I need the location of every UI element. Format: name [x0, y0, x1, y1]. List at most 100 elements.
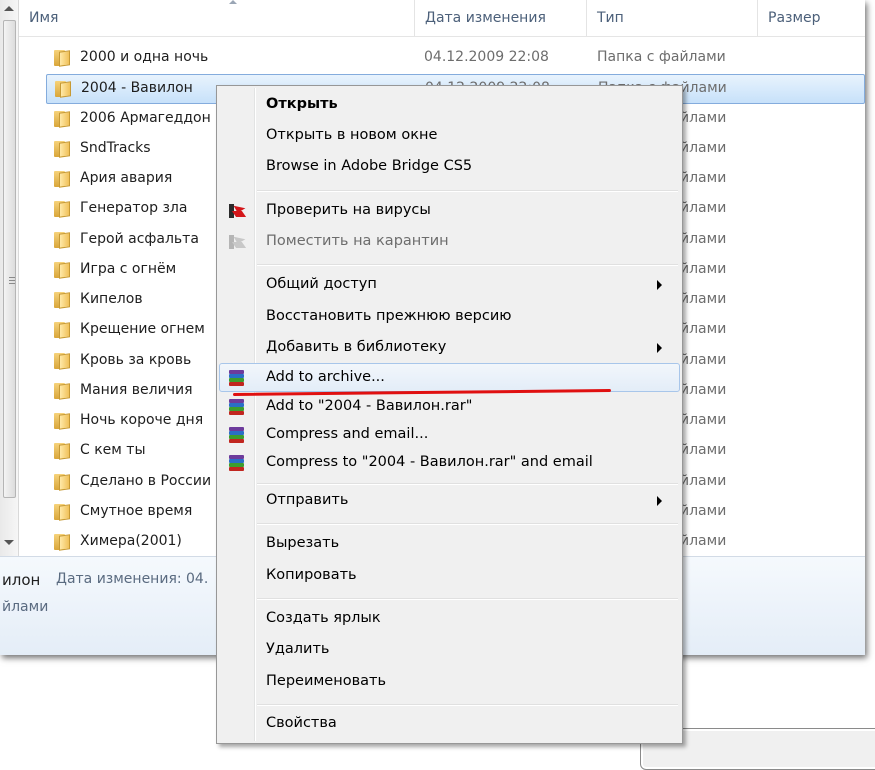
file-type: йлами: [680, 351, 727, 368]
column-header-size[interactable]: Размер: [758, 0, 846, 36]
menu-item-add-to-rar[interactable]: Add to "2004 - Вавилон.rar": [219, 392, 680, 422]
menu-item-scan-viruses[interactable]: Проверить на вирусы: [219, 196, 680, 226]
menu-separator: [257, 190, 678, 192]
file-name: Кровь за кровь: [80, 351, 192, 368]
vertical-scrollbar[interactable]: [0, 0, 19, 556]
folder-icon: [54, 50, 70, 67]
scrollbar-thumb[interactable]: [3, 20, 16, 498]
file-row[interactable]: 2000 и одна ночь 04.12.2009 22:08 Папка с …: [46, 44, 865, 74]
menu-item-restore-version[interactable]: Восстановить прежнюю версию: [219, 302, 680, 332]
menu-item-label: Compress to "2004 - Вавилон.rar" and ema…: [266, 454, 593, 470]
file-type: йлами: [680, 442, 727, 459]
menu-item-properties[interactable]: Свойства: [219, 709, 680, 739]
winrar-icon: [228, 399, 246, 415]
menu-item-open[interactable]: Открыть: [219, 90, 680, 120]
file-type: йлами: [680, 200, 727, 217]
file-type: йлами: [680, 533, 727, 549]
menu-item-label: Добавить в библиотеку: [266, 339, 447, 355]
menu-item-label: Compress and email...: [266, 426, 429, 442]
file-type: йлами: [680, 412, 727, 428]
folder-icon: [54, 261, 70, 279]
column-header-date[interactable]: Дата изменения: [415, 0, 587, 36]
file-name: Кипелов: [80, 291, 143, 307]
folder-icon: [54, 322, 70, 340]
menu-item-label: Add to archive...: [266, 369, 385, 385]
file-type: йлами: [680, 472, 727, 489]
file-name: С кем ты: [80, 442, 146, 459]
menu-item-add-to-archive[interactable]: Add to archive...: [219, 363, 680, 392]
menu-item-label: Общий доступ: [266, 276, 377, 292]
file-name: Ночь короче дня: [80, 412, 204, 428]
folder-icon: [54, 201, 70, 219]
chevron-right-icon: [657, 280, 662, 290]
folder-icon: [54, 443, 70, 461]
file-type: Папка с файлами: [597, 49, 726, 65]
file-name: Игра с огнём: [80, 260, 177, 277]
menu-item-label: Копировать: [266, 567, 357, 583]
menu-item-label: Свойства: [266, 715, 337, 731]
file-name: Ария авария: [80, 170, 173, 186]
menu-item-browse-bridge[interactable]: Browse in Adobe Bridge CS5: [219, 152, 680, 182]
menu-separator: [257, 598, 678, 600]
menu-item-label: Отправить: [266, 492, 349, 508]
menu-item-add-to-library[interactable]: Добавить в библиотеку: [219, 333, 680, 363]
menu-item-copy[interactable]: Копировать: [219, 561, 680, 591]
menu-item-label: Вырезать: [266, 535, 340, 551]
folder-icon: [54, 473, 70, 491]
folder-icon: [54, 352, 70, 370]
file-name: Герой асфальта: [80, 230, 199, 247]
menu-item-label: Поместить на карантин: [266, 233, 449, 249]
scroll-up-arrow-icon[interactable]: [4, 6, 14, 11]
file-type: йлами: [680, 291, 727, 307]
folder-icon: [54, 382, 70, 400]
menu-item-cut[interactable]: Вырезать: [219, 529, 680, 559]
column-type-label: Тип: [597, 10, 624, 26]
file-name: SndTracks: [80, 139, 151, 156]
scroll-down-arrow-icon[interactable]: [4, 540, 14, 545]
menu-item-compress-email[interactable]: Compress and email...: [219, 420, 680, 450]
menu-item-open-new-window[interactable]: Открыть в новом окне: [219, 121, 680, 151]
menu-item-compress-rar-email[interactable]: Compress to "2004 - Вавилон.rar" and ema…: [219, 448, 680, 478]
kaspersky-icon: [228, 201, 247, 219]
column-size-label: Размер: [768, 10, 821, 26]
menu-item-label: Открыть в новом окне: [266, 127, 438, 143]
winrar-icon: [228, 427, 246, 443]
column-header-name[interactable]: Имя: [19, 0, 415, 36]
column-header-type[interactable]: Тип: [587, 0, 758, 36]
menu-item-label: Переименовать: [266, 673, 387, 689]
menu-separator: [257, 483, 678, 485]
menu-item-send-to[interactable]: Отправить: [219, 486, 680, 516]
menu-item-share[interactable]: Общий доступ: [219, 270, 680, 300]
file-type: йлами: [680, 502, 727, 519]
file-type: йлами: [680, 381, 727, 398]
folder-icon: [55, 81, 71, 99]
menu-item-label: Проверить на вирусы: [266, 202, 431, 218]
folder-icon: [54, 171, 70, 188]
folder-icon: [54, 110, 70, 128]
folder-icon: [54, 413, 70, 430]
grip-icon: [9, 277, 15, 284]
file-name: Химера(2001): [80, 533, 182, 549]
menu-item-label: Открыть: [266, 96, 338, 112]
file-type: йлами: [680, 139, 727, 156]
details-modified-label: Дата изменения: 04.: [56, 571, 209, 587]
menu-item-create-shortcut[interactable]: Создать ярлык: [219, 604, 680, 634]
sort-ascending-icon: [229, 0, 237, 4]
file-date: 04.12.2009 22:08: [424, 49, 549, 65]
file-name: Мания величия: [80, 381, 193, 398]
menu-separator: [257, 264, 678, 266]
file-type: йлами: [680, 109, 727, 126]
folder-icon: [54, 231, 70, 249]
context-menu: Открыть Открыть в новом окне Browse in A…: [216, 85, 683, 744]
winrar-icon: [228, 455, 246, 471]
file-name: 2006 Армагеддон: [80, 109, 211, 126]
file-type: йлами: [680, 321, 727, 338]
file-type: йлами: [680, 170, 727, 186]
file-type: йлами: [680, 260, 727, 277]
menu-item-rename[interactable]: Переименовать: [219, 667, 680, 697]
file-name: 2004 - Вавилон: [81, 80, 193, 97]
menu-item-delete[interactable]: Удалить: [219, 635, 680, 665]
folder-icon: [54, 534, 70, 551]
menu-item-quarantine: Поместить на карантин: [219, 227, 680, 257]
folder-icon: [54, 292, 70, 309]
